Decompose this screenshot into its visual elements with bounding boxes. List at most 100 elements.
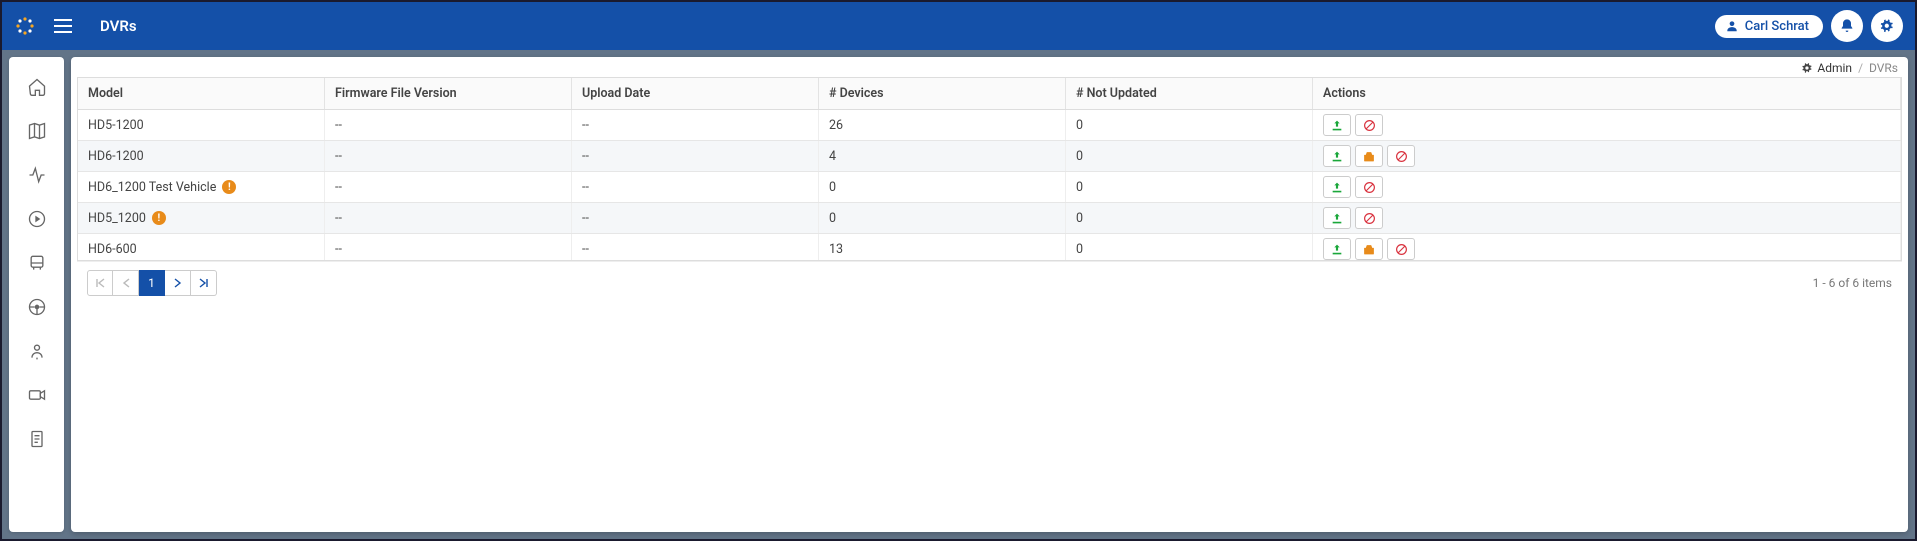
cell-actions [1313,234,1901,260]
table-row[interactable]: HD6_1200 Test Vehicle!----00 [78,172,1901,203]
pager-info: 1 - 6 of 6 items [1813,276,1892,290]
cell-model: HD6-600 [78,234,325,260]
map-icon [27,121,47,141]
table-row[interactable]: HD5-1200----260 [78,110,1901,141]
upload-action-button[interactable] [1323,176,1351,198]
document-icon [27,429,47,449]
gears-small-icon [1801,62,1814,75]
notifications-button[interactable] [1831,10,1863,42]
cell-upload-date: -- [572,141,819,171]
pager-page-1[interactable]: 1 [139,270,165,296]
cell-actions [1313,172,1901,202]
cell-not-updated: 0 [1066,110,1313,140]
cell-upload-date: -- [572,110,819,140]
model-text: HD6-1200 [88,149,144,164]
col-header-actions: Actions [1313,78,1901,109]
breadcrumb-current: DVRs [1869,61,1898,75]
block-action-button[interactable] [1355,176,1383,198]
cell-firmware: -- [325,172,572,202]
person-pin-icon [27,341,47,361]
table-row[interactable]: HD5_1200!----00 [78,203,1901,234]
sidebar-item-drivers[interactable] [17,287,57,327]
app-logo-icon [14,15,36,37]
col-header-firmware[interactable]: Firmware File Version [325,78,572,109]
block-action-button[interactable] [1387,145,1415,167]
cell-devices: 13 [819,234,1066,260]
block-action-button[interactable] [1355,207,1383,229]
cell-firmware: -- [325,234,572,260]
sidebar-item-home[interactable] [17,67,57,107]
sidebar-item-camera[interactable] [17,375,57,415]
steering-wheel-icon [27,297,47,317]
block-icon [1395,243,1408,256]
user-icon [1725,19,1739,33]
upload-icon [1330,181,1344,194]
sidebar-item-play[interactable] [17,199,57,239]
upload-action-button[interactable] [1323,145,1351,167]
camera-icon [27,385,47,405]
toolbox-action-button[interactable] [1355,145,1383,167]
bus-icon [27,253,47,273]
settings-button[interactable] [1871,10,1903,42]
warning-icon: ! [222,180,236,194]
toolbox-icon [1362,243,1376,256]
cell-actions [1313,141,1901,171]
block-action-button[interactable] [1387,238,1415,260]
grid-body: HD5-1200----260HD6-1200----40HD6_1200 Te… [78,110,1901,260]
main-panel: Admin / DVRs Model Firmware File Version… [71,57,1908,532]
upload-action-button[interactable] [1323,207,1351,229]
sidebar-item-reports[interactable] [17,419,57,459]
sidebar-item-activity[interactable] [17,155,57,195]
upload-icon [1330,119,1344,132]
pager-next-button[interactable] [165,270,191,296]
cell-not-updated: 0 [1066,203,1313,233]
cell-devices: 26 [819,110,1066,140]
cell-firmware: -- [325,203,572,233]
block-icon [1395,150,1408,163]
toolbox-action-button[interactable] [1355,238,1383,260]
upload-icon [1330,212,1344,225]
breadcrumb: Admin / DVRs [71,57,1908,77]
grid-header-row: Model Firmware File Version Upload Date … [78,78,1901,110]
cell-actions [1313,203,1901,233]
block-icon [1363,119,1376,132]
col-header-devices[interactable]: # Devices [819,78,1066,109]
cell-not-updated: 0 [1066,141,1313,171]
bell-icon [1839,18,1855,34]
col-header-model[interactable]: Model [78,78,325,109]
cell-actions [1313,110,1901,140]
sidebar [9,57,64,532]
block-icon [1363,181,1376,194]
breadcrumb-admin-link[interactable]: Admin [1801,61,1852,75]
col-header-not-updated[interactable]: # Not Updated [1066,78,1313,109]
gears-icon [1879,18,1896,35]
cell-firmware: -- [325,141,572,171]
user-name: Carl Schrat [1745,19,1809,34]
top-bar: DVRs Carl Schrat [2,2,1915,50]
pager-last-button[interactable] [191,270,217,296]
sidebar-item-bus[interactable] [17,243,57,283]
activity-icon [27,165,47,185]
upload-action-button[interactable] [1323,114,1351,136]
pager-first-button[interactable] [87,270,113,296]
upload-icon [1330,150,1344,163]
block-icon [1363,212,1376,225]
upload-action-button[interactable] [1323,238,1351,260]
block-action-button[interactable] [1355,114,1383,136]
cell-devices: 0 [819,203,1066,233]
table-row[interactable]: HD6-600----130 [78,234,1901,260]
cell-not-updated: 0 [1066,172,1313,202]
user-chip[interactable]: Carl Schrat [1715,15,1823,38]
model-text: HD5-1200 [88,118,144,133]
cell-model: HD6-1200 [78,141,325,171]
cell-model: HD5_1200! [78,203,325,233]
menu-toggle-icon[interactable] [54,19,72,33]
model-text: HD5_1200 [88,211,146,226]
home-icon [27,77,47,97]
toolbox-icon [1362,150,1376,163]
pager-prev-button[interactable] [113,270,139,296]
sidebar-item-person[interactable] [17,331,57,371]
col-header-upload-date[interactable]: Upload Date [572,78,819,109]
sidebar-item-map[interactable] [17,111,57,151]
table-row[interactable]: HD6-1200----40 [78,141,1901,172]
